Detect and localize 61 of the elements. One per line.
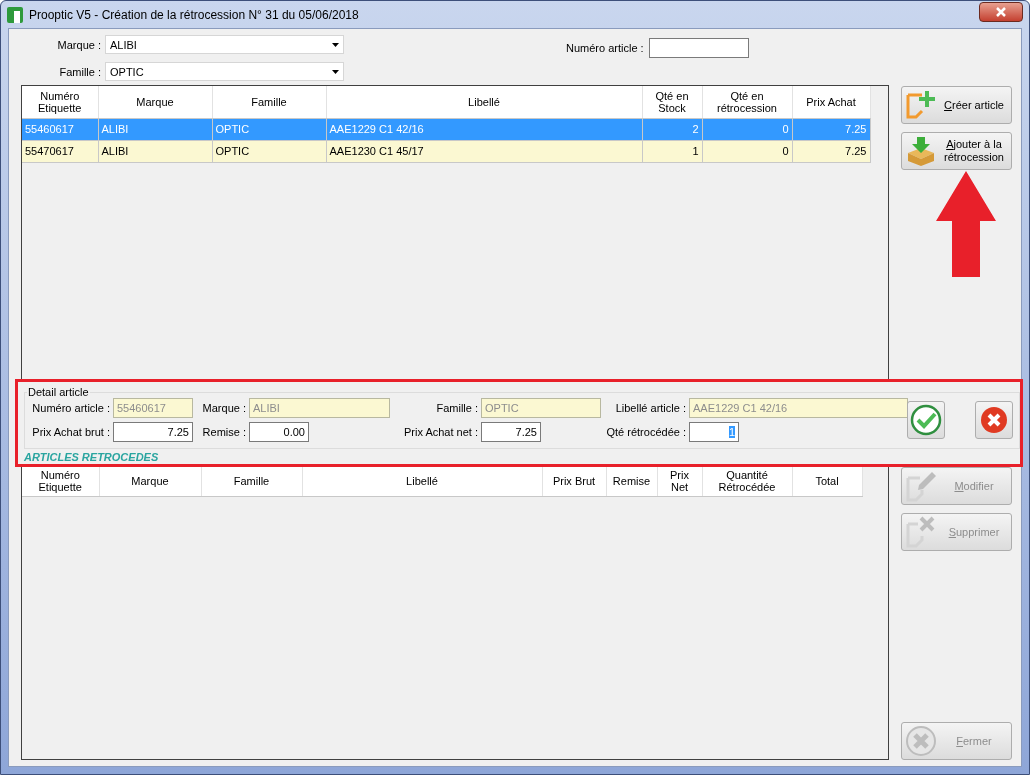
document-pencil-icon xyxy=(905,470,937,502)
create-button[interactable]: Créer article xyxy=(901,86,1012,124)
section-heading: ARTICLES RETROCEDES xyxy=(24,451,160,464)
column-header[interactable]: Libellé xyxy=(326,86,642,118)
close-circle-icon xyxy=(905,725,937,757)
field-label: Numéro article : xyxy=(566,41,645,54)
field-label: Qté rétrocédée : xyxy=(605,426,687,438)
confirm-button[interactable] xyxy=(907,401,945,439)
input-field[interactable]: 7.25 xyxy=(113,422,193,442)
field-label: Remise : xyxy=(201,426,247,438)
input-field[interactable] xyxy=(648,37,749,58)
table-cell: 55470617 xyxy=(22,140,98,162)
window-title: Prooptic V5 - Création de la rétrocession N° 31 du 05/06/2018 xyxy=(29,7,360,22)
column-header[interactable]: Libellé xyxy=(302,467,542,496)
box-down-arrow-icon xyxy=(905,135,937,167)
table-row[interactable]: 55470617 ALIBI OPTIC AAE1230 C1 45/17 1 0 7.25 xyxy=(22,140,870,162)
table-cell: AAE1229 C1 42/16 xyxy=(326,118,642,140)
check-circle-icon xyxy=(910,404,942,436)
table-cell: AAE1230 C1 45/17 xyxy=(326,140,642,162)
field-label: Famille : xyxy=(58,65,102,78)
cross-circle-icon xyxy=(980,406,1008,434)
document-plus-icon xyxy=(905,89,937,121)
readonly-field: OPTIC xyxy=(481,398,601,418)
column-header[interactable]: Famille xyxy=(201,467,302,496)
column-header[interactable]: Famille xyxy=(212,86,326,118)
column-header[interactable]: Total xyxy=(792,467,862,496)
readonly-field: 55460617 xyxy=(113,398,193,418)
field-label: Famille : xyxy=(435,402,479,414)
field-label: Numéro article : xyxy=(31,402,111,414)
close-button[interactable] xyxy=(979,1,1023,22)
input-field[interactable]: 0.00 xyxy=(249,422,309,442)
dropdown-caret-icon xyxy=(332,42,339,47)
readonly-field: ALIBI xyxy=(249,398,390,418)
app-logo-icon xyxy=(7,6,23,23)
column-header[interactable]: Prix Net xyxy=(657,467,702,496)
input-field[interactable]: 7.25 xyxy=(481,422,541,442)
dropdown[interactable]: ALIBI xyxy=(105,35,344,54)
document-cross-icon xyxy=(905,516,937,548)
cancel-button[interactable] xyxy=(975,401,1013,439)
group-title: Detail article xyxy=(27,386,90,398)
column-header[interactable]: Remise xyxy=(606,467,657,496)
column-header[interactable]: Qté en Stock xyxy=(642,86,702,118)
close-icon xyxy=(996,6,1006,17)
column-header[interactable]: Numéro Etiquette xyxy=(22,467,99,496)
dropdown-caret-icon xyxy=(332,69,339,74)
field-label: Marque : xyxy=(201,402,247,414)
dropdown[interactable]: OPTIC xyxy=(105,62,344,81)
column-header[interactable]: Prix Brut xyxy=(542,467,606,496)
readonly-field: AAE1229 C1 42/16 xyxy=(689,398,908,418)
column-header[interactable]: Marque xyxy=(98,86,212,118)
table-cell: 55460617 xyxy=(22,118,98,140)
add-button[interactable]: Ajouter à la rétrocession xyxy=(901,132,1012,170)
field-label: Marque : xyxy=(56,38,102,51)
column-header[interactable]: Qté en rétrocession xyxy=(702,86,792,118)
column-header[interactable]: Quantité Rétrocédée xyxy=(702,467,792,496)
column-header[interactable]: Prix Achat xyxy=(792,86,870,118)
field-label: Libellé article : xyxy=(614,402,687,414)
column-header[interactable]: Marque xyxy=(99,467,201,496)
field-label: Prix Achat net : xyxy=(403,426,479,438)
column-header[interactable]: Numéro Etiquette xyxy=(22,86,98,118)
field-label: Prix Achat brut : xyxy=(31,426,111,438)
